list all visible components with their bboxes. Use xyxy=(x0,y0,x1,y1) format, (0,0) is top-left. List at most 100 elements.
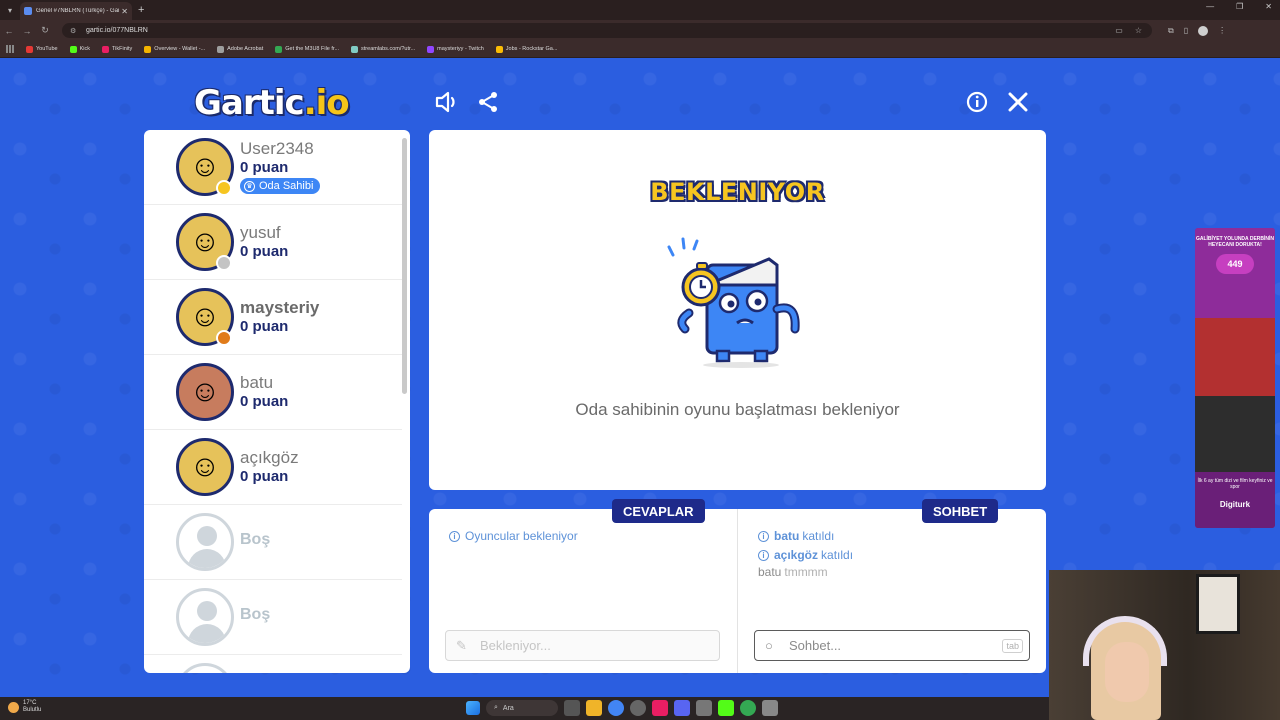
player-row: ☺ maysteriy 0 puan xyxy=(144,280,402,355)
bookmark-item[interactable]: Get the M3U8 File fr... xyxy=(275,45,340,53)
bookmark-label: maysteriyy - Twitch xyxy=(437,46,484,52)
bookmark-favicon-icon xyxy=(69,45,77,53)
kick-icon[interactable] xyxy=(718,700,734,716)
pencil-icon: ✎ xyxy=(456,637,467,653)
new-tab-plus-icon[interactable]: + xyxy=(138,4,144,16)
browser-tab-active[interactable]: Genel #7NBLRN (Türkçe) - Gar ✕ xyxy=(20,2,132,20)
bookmark-item[interactable]: Overview - Wallet -... xyxy=(144,45,205,53)
file-explorer-icon[interactable] xyxy=(586,700,602,716)
app-icon[interactable] xyxy=(630,700,646,716)
profile-avatar[interactable] xyxy=(1198,25,1209,36)
discord-icon[interactable] xyxy=(674,700,690,716)
browser-icon[interactable] xyxy=(740,700,756,716)
player-row: ☺ batu 0 puan xyxy=(144,355,402,430)
empty-slot: Boş xyxy=(144,505,402,580)
menu-kebab-icon[interactable]: ⋮ xyxy=(1218,26,1226,35)
empty-slot: Boş xyxy=(144,580,402,655)
bookmark-item[interactable]: maysteriyy - Twitch xyxy=(427,45,484,53)
tab-title: Genel #7NBLRN (Türkçe) - Gar xyxy=(36,8,120,14)
info-icon[interactable] xyxy=(964,89,990,115)
chat-text: katıldı xyxy=(802,529,835,543)
reload-icon[interactable]: ↻ xyxy=(36,25,54,36)
answer-input[interactable]: ✎ Bekleniyor... xyxy=(445,630,720,661)
player-name: yusuf xyxy=(240,223,281,242)
weather-temp: 17°C xyxy=(23,700,37,706)
app-icon[interactable] xyxy=(696,700,712,716)
answers-info-text: Oyuncular bekleniyor xyxy=(465,529,578,543)
extensions-icon[interactable]: ⧉ xyxy=(1168,26,1174,36)
close-tab-icon[interactable]: ✕ xyxy=(121,7,128,16)
cast-icon[interactable]: ▭ xyxy=(1115,26,1123,35)
bookmark-item[interactable]: Jobs - Rockstar Ga... xyxy=(495,45,558,53)
forward-arrow-icon[interactable]: → xyxy=(18,26,36,36)
info-circle-icon: i xyxy=(758,549,769,561)
bookmark-favicon-icon xyxy=(351,45,359,53)
search-icon: ⌕ xyxy=(494,704,498,711)
share-icon[interactable] xyxy=(475,89,501,115)
chat-text: tmmmm xyxy=(784,565,828,579)
player-name: maysteriy xyxy=(240,298,320,317)
player-name: açıkgöz xyxy=(240,448,299,467)
minimize-icon[interactable]: — xyxy=(1206,2,1214,11)
wall-poster xyxy=(1196,574,1240,634)
tab-list-chevron-icon[interactable]: ▾ xyxy=(0,0,20,20)
browser-tab-bar: ▾ Genel #7NBLRN (Türkçe) - Gar ✕ + — ❐ ✕ xyxy=(0,0,1280,20)
close-window-icon[interactable]: ✕ xyxy=(1265,2,1272,11)
ad-top: GALİBİYET YOLUNDA DERBİNİN HEYECANI DORU… xyxy=(1195,228,1275,318)
site-info-icon[interactable]: ⚙ xyxy=(70,27,80,35)
bookmark-favicon-icon xyxy=(495,45,503,53)
bookmark-item[interactable]: Kick xyxy=(69,45,90,53)
gartic-favicon-icon xyxy=(24,7,32,15)
empty-avatar-icon xyxy=(176,588,234,646)
gartic-logo: Gartic.io xyxy=(194,83,350,123)
back-arrow-icon[interactable]: ← xyxy=(0,26,18,36)
tiktok-icon[interactable] xyxy=(652,700,668,716)
avatar: ☺ xyxy=(176,363,234,421)
info-circle-icon: i xyxy=(449,530,460,542)
chat-user: batu xyxy=(758,565,782,579)
windows-taskbar: 17°C Bulutlu ⌕ Ara xyxy=(0,697,1049,720)
bookmark-star-icon[interactable]: ☆ xyxy=(1135,26,1142,35)
search-chat-icon: ○ xyxy=(765,638,773,653)
player-status-dot xyxy=(216,330,232,346)
bookmark-item[interactable]: Adobe Acrobat xyxy=(217,45,263,53)
player-status-dot xyxy=(216,255,232,271)
bookmark-item[interactable]: TikFinity xyxy=(102,45,132,53)
player-score: 0 puan xyxy=(240,243,289,260)
chat-panel: SOHBET i batu katıldı i açıkgöz katıldı … xyxy=(737,499,1046,673)
apps-grid-icon[interactable] xyxy=(6,45,14,53)
bookmark-label: Jobs - Rockstar Ga... xyxy=(505,46,558,52)
player-score: 0 puan xyxy=(240,468,289,485)
sidebar-icon[interactable]: ▯ xyxy=(1184,26,1188,35)
waiting-clock-mascot-icon xyxy=(667,237,800,368)
chat-input[interactable]: ○ Sohbet... tab xyxy=(754,630,1030,661)
taskbar-search[interactable]: ⌕ Ara xyxy=(486,700,558,716)
settings-icon[interactable] xyxy=(762,700,778,716)
weather-condition: Bulutlu xyxy=(23,707,42,713)
players-scrollbar[interactable] xyxy=(402,138,407,394)
bookmark-favicon-icon xyxy=(217,45,225,53)
player-score: 0 puan xyxy=(240,159,289,176)
address-bar[interactable]: ⚙ gartic.io/077NBLRN ▭ ☆ xyxy=(62,23,1152,38)
weather-widget[interactable]: 17°C Bulutlu xyxy=(8,700,41,714)
answers-panel: CEVAPLAR i Oyuncular bekleniyor ✎ Beklen… xyxy=(429,499,737,673)
bookmark-favicon-icon xyxy=(275,45,283,53)
ad-tagline: İlk 6 ay tüm dizi ve film keyfiniz ve sp… xyxy=(1197,478,1273,490)
bookmark-label: Get the M3U8 File fr... xyxy=(285,46,340,52)
restore-icon[interactable]: ❐ xyxy=(1236,2,1243,11)
ad-player-image-2 xyxy=(1195,396,1275,472)
bookmark-item[interactable]: YouTube xyxy=(26,45,58,53)
url-text: gartic.io/077NBLRN xyxy=(86,27,148,34)
task-view-icon[interactable] xyxy=(564,700,580,716)
bookmark-item[interactable]: streamlabs.com/?utr... xyxy=(351,45,415,53)
ad-brand: Digiturk xyxy=(1219,500,1251,509)
answers-label: CEVAPLAR xyxy=(612,499,705,523)
game-status-card: BEKLENIYOR Oda sahibinin oyunu başlatmas… xyxy=(429,130,1046,490)
ad-banner[interactable]: GALİBİYET YOLUNDA DERBİNİN HEYECANI DORU… xyxy=(1195,228,1275,528)
chrome-icon[interactable] xyxy=(608,700,624,716)
close-game-icon[interactable] xyxy=(1005,89,1031,115)
sound-speaker-icon[interactable] xyxy=(434,89,460,115)
chat-system-message: i açıkgöz katıldı xyxy=(758,548,853,562)
player-name: User2348 xyxy=(240,139,314,158)
windows-start-icon[interactable] xyxy=(466,701,480,715)
